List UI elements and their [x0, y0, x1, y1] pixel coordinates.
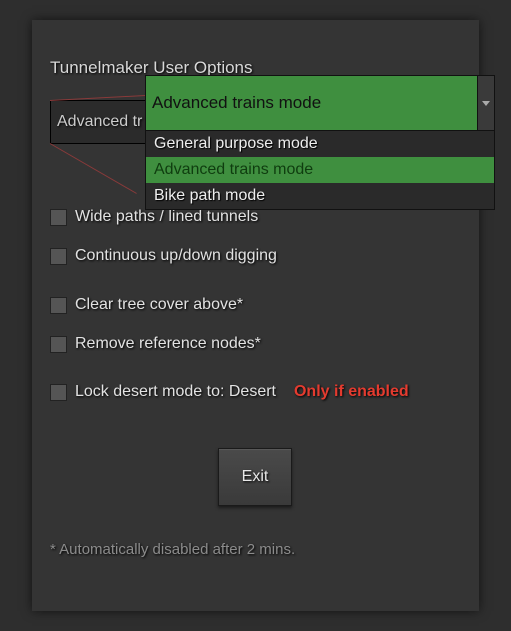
checkbox-icon	[50, 297, 67, 314]
mode-option-general[interactable]: General purpose mode	[146, 131, 494, 157]
enabled-warning: Only if enabled	[294, 383, 409, 401]
mode-option-advanced[interactable]: Advanced trains mode	[146, 157, 494, 183]
mode-option-label: General purpose mode	[154, 135, 318, 153]
check-remove-ref-label: Remove reference nodes*	[75, 335, 261, 353]
mode-dropdown-selected[interactable]: Advanced trains mode	[145, 75, 495, 131]
checkbox-icon	[50, 336, 67, 353]
check-continuous-label: Continuous up/down digging	[75, 247, 277, 265]
auto-disable-footnote: * Automatically disabled after 2 mins.	[50, 541, 295, 558]
check-lock-desert-row[interactable]: Lock desert mode to: Desert Only if enab…	[50, 383, 409, 401]
checkbox-icon	[50, 248, 67, 265]
check-wide-paths-label: Wide paths / lined tunnels	[75, 208, 258, 226]
check-clear-tree-row[interactable]: Clear tree cover above*	[50, 296, 243, 314]
chevron-down-icon	[482, 101, 490, 106]
exit-button-label: Exit	[242, 468, 269, 486]
mode-option-label: Bike path mode	[154, 187, 265, 205]
mode-dropdown-selected-label: Advanced trains mode	[152, 93, 321, 113]
check-lock-desert-label: Lock desert mode to: Desert	[75, 383, 276, 401]
check-continuous-row[interactable]: Continuous up/down digging	[50, 247, 277, 265]
mode-dropdown-popup: Advanced trains mode General purpose mod…	[145, 75, 495, 210]
check-clear-tree-label: Clear tree cover above*	[75, 296, 243, 314]
checkbox-icon	[50, 384, 67, 401]
check-remove-ref-row[interactable]: Remove reference nodes*	[50, 335, 261, 353]
mode-option-bike[interactable]: Bike path mode	[146, 183, 494, 209]
dropdown-arrow-button[interactable]	[477, 76, 494, 130]
zoom-connector-bottom	[50, 143, 137, 194]
mode-combobox-text: Advanced tr	[57, 113, 142, 131]
check-wide-paths-row[interactable]: Wide paths / lined tunnels	[50, 208, 258, 226]
mode-dropdown-list: General purpose mode Advanced trains mod…	[145, 131, 495, 210]
checkbox-icon	[50, 209, 67, 226]
mode-option-label: Advanced trains mode	[154, 161, 313, 179]
exit-button[interactable]: Exit	[218, 448, 292, 506]
